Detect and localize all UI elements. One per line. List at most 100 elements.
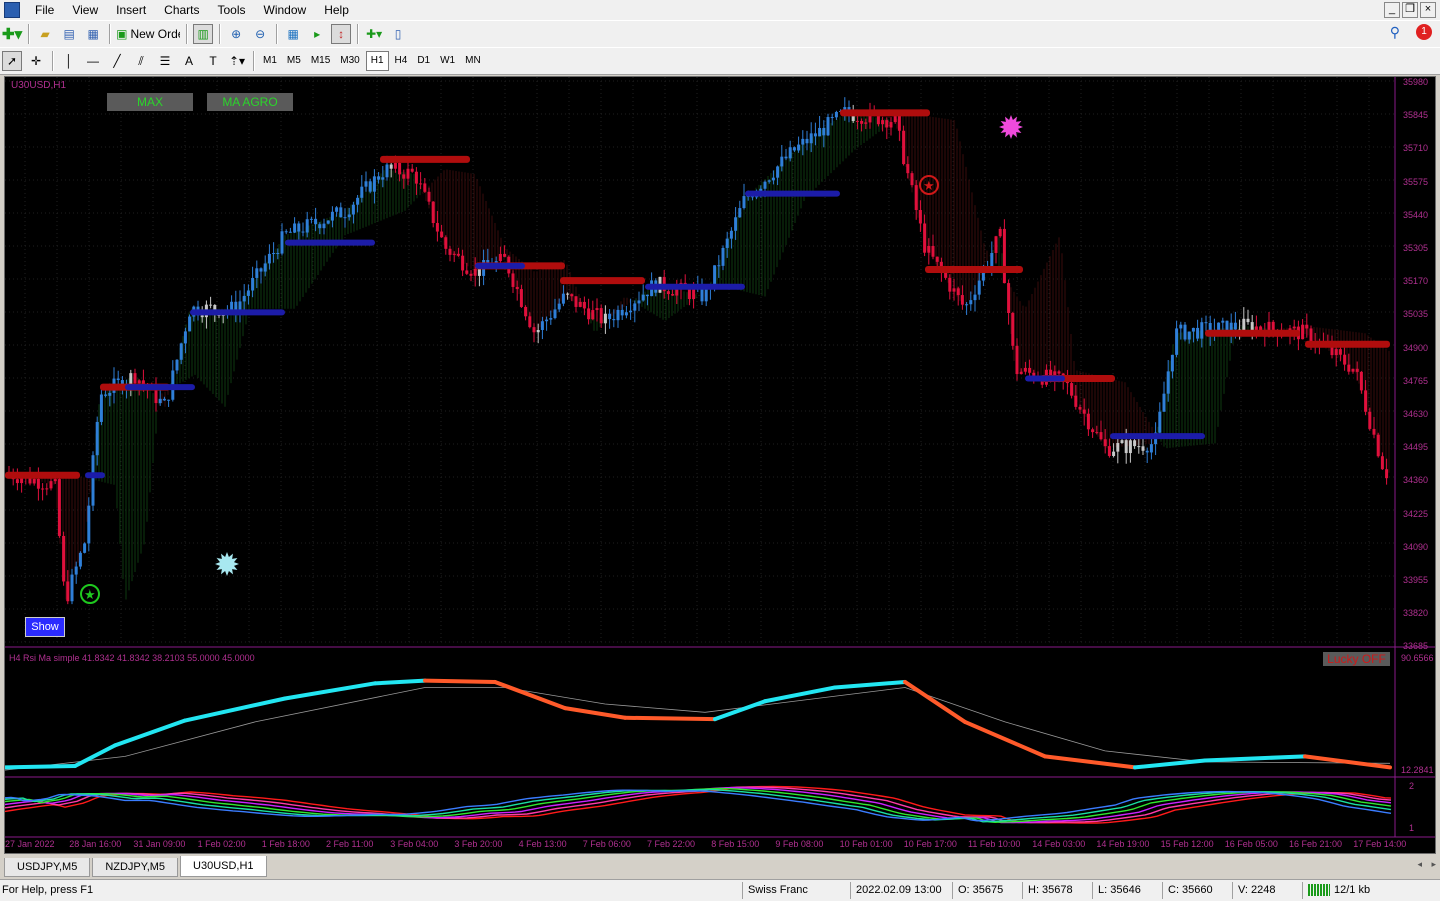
arrows-icon[interactable]: ⇡▾ [227, 51, 247, 71]
price-axis-label: 33685 [1403, 641, 1429, 652]
channel-icon[interactable]: ⫽ [131, 51, 151, 71]
tab-scroll-right-icon[interactable]: ▸ [1431, 859, 1436, 870]
text-icon[interactable]: A [179, 51, 199, 71]
candle-body [717, 265, 721, 267]
candle-body [330, 211, 334, 221]
timeframe-m5[interactable]: M5 [283, 52, 305, 70]
candle-body [1158, 411, 1162, 433]
max-button[interactable]: MAX [107, 93, 193, 111]
price-axis-label: 35305 [1403, 243, 1429, 253]
timeframe-d1[interactable]: D1 [413, 52, 434, 70]
crosshair-icon[interactable]: ✛ [26, 51, 46, 71]
search-icon[interactable]: ⚲ [1390, 24, 1400, 41]
menu-insert[interactable]: Insert [107, 0, 155, 20]
candle-body [608, 313, 612, 320]
menu-window[interactable]: Window [255, 0, 316, 20]
candle-body [889, 122, 893, 128]
fibonacci-icon[interactable]: ☰ [155, 51, 175, 71]
candle-body [66, 581, 70, 602]
rsi-line-segment [563, 706, 627, 720]
menu-charts[interactable]: Charts [155, 0, 208, 20]
tab-nzdjpy-m5[interactable]: NZDJPY,M5 [92, 858, 179, 877]
candle-body [284, 231, 288, 233]
candle-body [1338, 349, 1342, 355]
price-axis-label: 33955 [1403, 575, 1429, 585]
horizontal-line-icon[interactable]: — [83, 51, 103, 71]
templates-icon[interactable]: ▯ [388, 24, 408, 44]
show-button[interactable]: Show [25, 617, 65, 637]
trendline-icon[interactable]: ╱ [107, 51, 127, 71]
menu-tools[interactable]: Tools [209, 0, 255, 20]
support-level [125, 384, 195, 391]
indicators-icon[interactable]: ✚▾ [364, 24, 384, 44]
candle-body [1343, 354, 1347, 365]
close-button[interactable]: × [1420, 2, 1436, 18]
timeframe-h1[interactable]: H1 [365, 51, 389, 71]
candle-body [1095, 432, 1099, 434]
status-bar: For Help, press F1 Swiss Franc 2022.02.0… [0, 879, 1440, 901]
candle-body [692, 289, 696, 300]
timeframe-h4[interactable]: H4 [391, 52, 412, 70]
candle-body [641, 294, 645, 301]
time-axis-label: 17 Feb 14:00 [1353, 839, 1407, 849]
vertical-line-icon[interactable]: │ [59, 51, 79, 71]
chart-shift-icon[interactable]: ▸ [307, 24, 327, 44]
price-axis-label: 35845 [1403, 110, 1429, 121]
candle-body [255, 268, 259, 278]
tab-usdjpy-m5[interactable]: USDJPY,M5 [4, 858, 91, 877]
chart-window[interactable]: ★ ★ U30USD,H1 MAX MA AGRO Show H4 Rsi Ma … [4, 76, 1436, 854]
timeframe-m15[interactable]: M15 [307, 52, 334, 70]
support-level [645, 283, 745, 290]
autotrading-icon[interactable]: ▥ [193, 24, 214, 44]
candle-body [1200, 322, 1204, 339]
tile-windows-icon[interactable]: ▦ [283, 24, 303, 44]
candle-body [95, 421, 99, 456]
minimize-button[interactable]: _ [1384, 2, 1400, 18]
candle-body [419, 183, 423, 185]
tab-u30usd-h1[interactable]: U30USD,H1 [180, 856, 267, 877]
restore-button[interactable]: ❐ [1402, 2, 1418, 18]
navigator-icon[interactable]: ▦ [83, 24, 103, 44]
status-profile[interactable]: Swiss Franc [748, 884, 808, 896]
new-order-button[interactable]: ▣ New Order [116, 24, 180, 44]
support-level [475, 262, 525, 269]
candle-body [20, 478, 24, 484]
profiles-icon[interactable]: ▰ [35, 24, 55, 44]
candle-body [1175, 328, 1179, 355]
menu-help[interactable]: Help [315, 0, 358, 20]
candle-body [1233, 322, 1237, 330]
candle-body [326, 220, 330, 224]
candle-body [1187, 331, 1191, 340]
timeframe-m30[interactable]: M30 [336, 52, 363, 70]
notification-badge[interactable]: 1 [1416, 24, 1432, 40]
autoscroll-icon[interactable]: ↕ [331, 24, 352, 44]
candle-body [994, 236, 998, 254]
candle-body [57, 479, 61, 536]
candle-body [1074, 395, 1078, 407]
candle-body [902, 130, 906, 165]
candle-body [280, 231, 284, 254]
candle-body [1221, 320, 1225, 323]
menu-file[interactable]: File [26, 0, 63, 20]
timeframe-w1[interactable]: W1 [436, 52, 459, 70]
candle-body [528, 316, 532, 328]
zoom-out-icon[interactable]: ⊖ [250, 24, 270, 44]
candle-body [822, 127, 826, 136]
zoom-in-icon[interactable]: ⊕ [226, 24, 246, 44]
text-label-icon[interactable]: T [203, 51, 223, 71]
candle-body [645, 294, 649, 297]
candle-body [402, 174, 406, 179]
price-axis-label: 35575 [1403, 176, 1429, 187]
timeframe-m1[interactable]: M1 [259, 52, 281, 70]
cursor-icon[interactable]: ➚ [2, 51, 22, 71]
menu-view[interactable]: View [63, 0, 107, 20]
candle-body [406, 168, 410, 179]
candle-body [776, 166, 780, 178]
timeframe-mn[interactable]: MN [461, 52, 485, 70]
market-watch-icon[interactable]: ▤ [59, 24, 79, 44]
tab-scroll-left-icon[interactable]: ◂ [1417, 859, 1422, 870]
ma-agro-button[interactable]: MA AGRO [207, 93, 293, 111]
time-axis-label: 8 Feb 15:00 [711, 839, 760, 849]
lucky-off-button[interactable]: Lucky OFF [1323, 652, 1390, 666]
new-chart-icon[interactable]: ✚▾ [2, 24, 22, 44]
